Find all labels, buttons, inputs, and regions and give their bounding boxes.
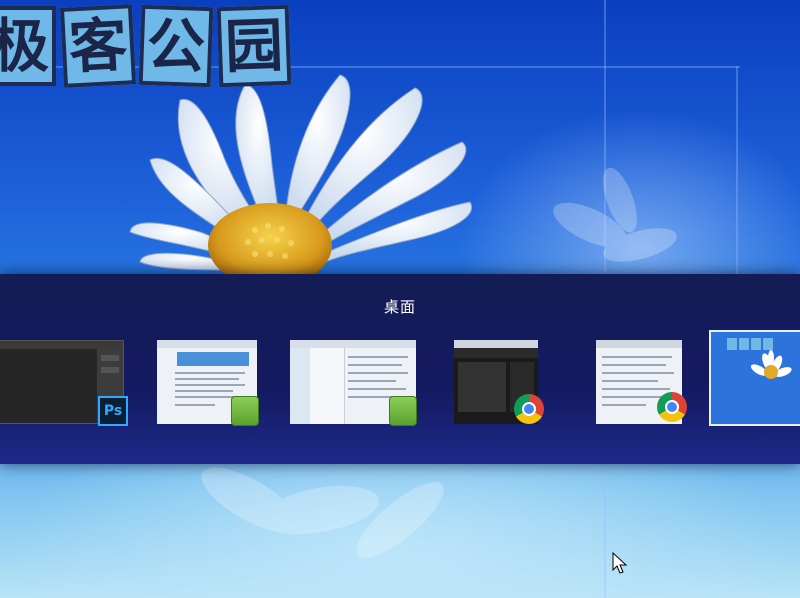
desktop-wallpaper-thumbnail — [711, 332, 800, 424]
logo-character: 公 — [138, 4, 214, 88]
evernote-icon — [389, 396, 417, 426]
chrome-icon — [657, 392, 687, 422]
logo-character: 园 — [216, 4, 292, 88]
logo-character: 极 — [0, 6, 56, 86]
logo-character: 客 — [59, 4, 137, 88]
mouse-cursor-icon — [612, 552, 628, 574]
switcher-title: 桌面 — [383, 298, 416, 316]
chrome-icon — [514, 394, 544, 424]
evernote-icon — [231, 396, 259, 426]
desktop-window-thumbnail[interactable] — [709, 330, 800, 426]
task-switcher: 桌面 Ps — [0, 274, 800, 464]
photoshop-icon: Ps — [98, 396, 128, 426]
site-logo: 极 客 公 园 — [0, 0, 324, 100]
